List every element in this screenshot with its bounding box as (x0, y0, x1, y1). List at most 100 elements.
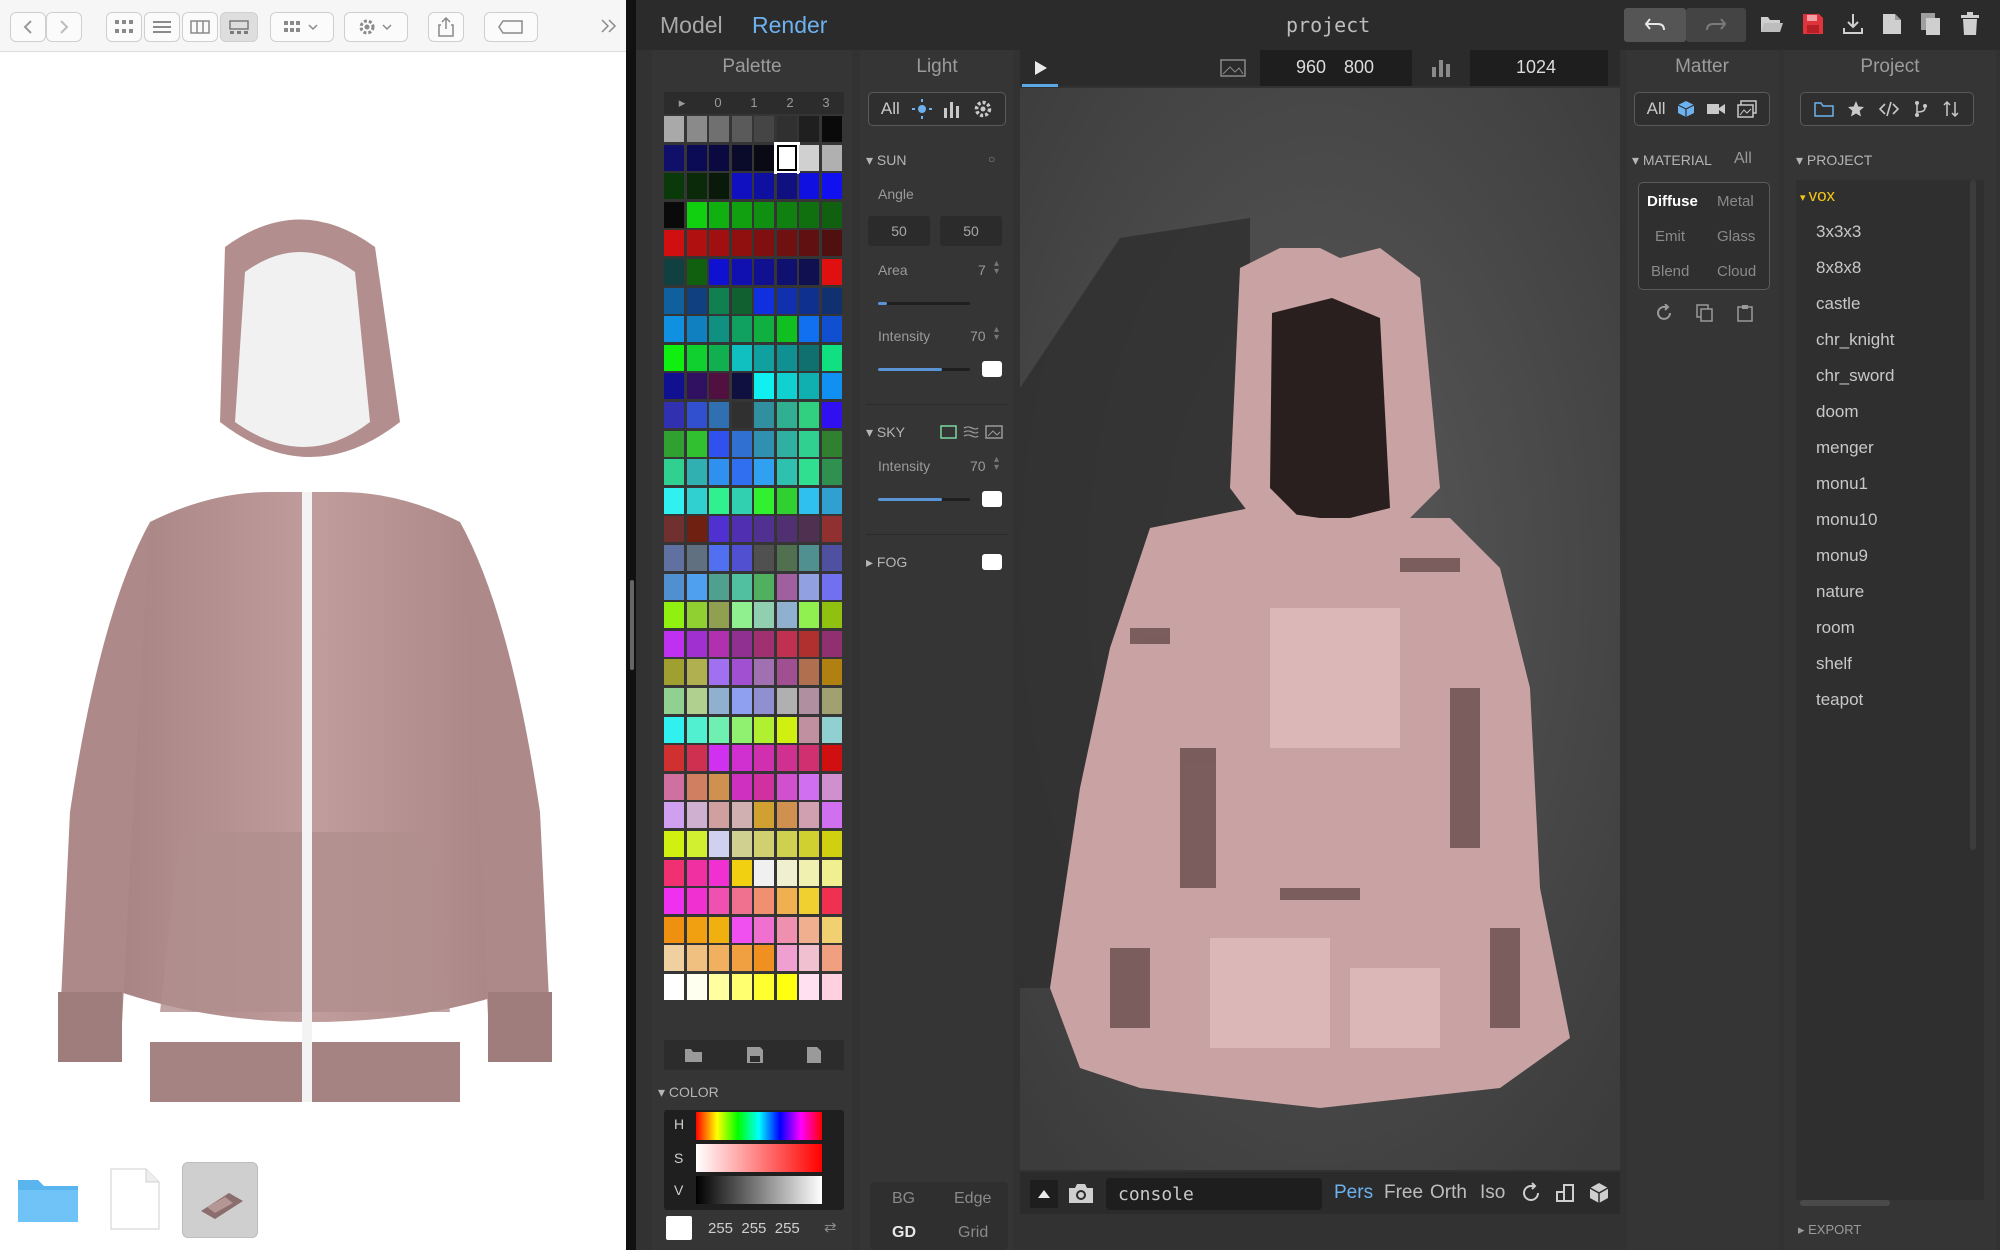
export-icon[interactable] (1842, 13, 1864, 35)
palette-swatch[interactable] (731, 602, 752, 629)
palette-swatch[interactable] (664, 545, 684, 571)
tab-model[interactable]: Model (660, 12, 723, 39)
palette-swatch[interactable] (754, 659, 774, 686)
palette-swatch[interactable] (799, 316, 819, 343)
palette-swatch[interactable] (821, 259, 842, 285)
mode-gd[interactable]: GD (892, 1224, 916, 1242)
palette-swatch[interactable] (776, 831, 797, 857)
palette-swatch[interactable] (799, 516, 819, 543)
undo-button[interactable] (1624, 8, 1686, 42)
palette-swatch[interactable] (709, 745, 729, 772)
light-filter-all[interactable]: All (881, 99, 900, 119)
palette-swatch[interactable] (664, 602, 684, 629)
palette-swatch[interactable] (664, 116, 684, 142)
palette-swatch[interactable] (709, 916, 729, 943)
folder-icon[interactable] (16, 1172, 80, 1229)
palette-swatch[interactable] (754, 916, 774, 943)
sun-intensity-slider[interactable] (878, 368, 970, 371)
palette-swatch[interactable] (664, 487, 684, 514)
palette-swatch[interactable] (754, 402, 774, 428)
code-icon[interactable] (1878, 101, 1899, 117)
palette-swatch[interactable] (821, 487, 842, 514)
palette-swatch[interactable] (776, 201, 797, 228)
palette-swatch[interactable] (731, 116, 752, 142)
palette-swatch[interactable] (731, 688, 752, 714)
palette-swatch[interactable] (776, 402, 797, 428)
reset-material-icon[interactable] (1656, 304, 1674, 322)
material-diffuse[interactable]: Diffuse (1647, 193, 1698, 210)
palette-swatch[interactable] (709, 831, 729, 857)
palette-swatch[interactable] (709, 888, 729, 915)
palette-swatch[interactable] (709, 688, 729, 714)
palette-swatch[interactable] (686, 602, 707, 629)
rgb-value[interactable]: 255 255 255 (708, 1220, 800, 1237)
palette-swatch[interactable] (686, 659, 707, 686)
palette-swatch[interactable] (664, 516, 684, 543)
palette-swatch[interactable] (664, 201, 684, 228)
sun-intensity-stepper-icon[interactable]: ▴ ▾ (994, 325, 999, 343)
palette-swatch[interactable] (776, 659, 797, 686)
palette-swatch[interactable] (686, 916, 707, 943)
palette-swatch[interactable] (799, 287, 819, 314)
copy-material-icon[interactable] (1696, 304, 1714, 322)
palette-swatch[interactable] (821, 287, 842, 314)
palette-swatch[interactable] (754, 373, 774, 400)
palette-swatch[interactable] (776, 916, 797, 943)
material-section-header[interactable]: ▾ MATERIAL (1632, 152, 1712, 169)
document-icon[interactable] (110, 1168, 160, 1235)
palette-swatch[interactable] (799, 116, 819, 142)
palette-swatch[interactable] (799, 373, 819, 400)
palette-swatch[interactable] (754, 831, 774, 857)
palette-swatch[interactable] (776, 602, 797, 629)
palette-swatch[interactable] (686, 516, 707, 543)
palette-swatch[interactable] (664, 173, 684, 200)
tab-render[interactable]: Render (752, 12, 827, 39)
sky-intensity-stepper-icon[interactable]: ▴ ▾ (994, 455, 999, 473)
save-icon[interactable] (1802, 13, 1824, 35)
palette-swatch[interactable] (799, 230, 819, 257)
palette-swatch[interactable] (799, 602, 819, 629)
palette-swatch[interactable] (776, 888, 797, 915)
palette-swatch[interactable] (799, 201, 819, 228)
palette-swatch[interactable] (686, 373, 707, 400)
palette-swatch[interactable] (709, 545, 729, 571)
palette-swatch[interactable] (731, 716, 752, 743)
palette-swatch[interactable] (821, 116, 842, 142)
list-view-button[interactable] (144, 12, 180, 42)
palette-swatch[interactable] (754, 745, 774, 772)
palette-swatch[interactable] (799, 173, 819, 200)
bar-chart-icon[interactable] (943, 100, 961, 118)
palette-swatch[interactable] (821, 459, 842, 486)
palette-swatch[interactable] (664, 802, 684, 829)
more-toolbar-icon[interactable] (600, 18, 618, 39)
palette-swatch[interactable] (686, 545, 707, 571)
palette-swatch[interactable] (754, 688, 774, 714)
palette-swatch[interactable] (821, 144, 842, 171)
palette-swatch[interactable] (821, 831, 842, 857)
palette-swatch[interactable] (776, 545, 797, 571)
palette-tab-3[interactable]: 3 (808, 92, 844, 114)
palette-swatch[interactable] (709, 201, 729, 228)
export-section-header[interactable]: ▸ EXPORT (1798, 1222, 1861, 1238)
palette-swatch[interactable] (664, 459, 684, 486)
palette-swatch[interactable] (754, 516, 774, 543)
sky-color-swatch[interactable] (982, 491, 1002, 507)
action-button[interactable] (344, 12, 408, 42)
samples-field[interactable]: 1024 (1470, 50, 1608, 86)
palette-swatch[interactable] (754, 573, 774, 600)
palette-swatch[interactable] (776, 945, 797, 972)
palette-swatch[interactable] (664, 859, 684, 886)
palette-swatch[interactable] (686, 201, 707, 228)
palette-swatch[interactable] (776, 230, 797, 257)
palette-swatch[interactable] (686, 630, 707, 657)
palette-swatch[interactable] (821, 916, 842, 943)
star-icon[interactable] (1847, 100, 1865, 118)
material-cloud[interactable]: Cloud (1717, 263, 1756, 280)
fog-section-header[interactable]: ▸ FOG (866, 554, 907, 571)
material-filter-all[interactable]: All (1734, 150, 1752, 168)
palette-swatch[interactable] (709, 773, 729, 800)
palette-swatch[interactable] (731, 344, 752, 371)
palette-swatch[interactable] (709, 659, 729, 686)
project-file-item[interactable]: menger (1816, 438, 1874, 458)
palette-swatch[interactable] (664, 916, 684, 943)
